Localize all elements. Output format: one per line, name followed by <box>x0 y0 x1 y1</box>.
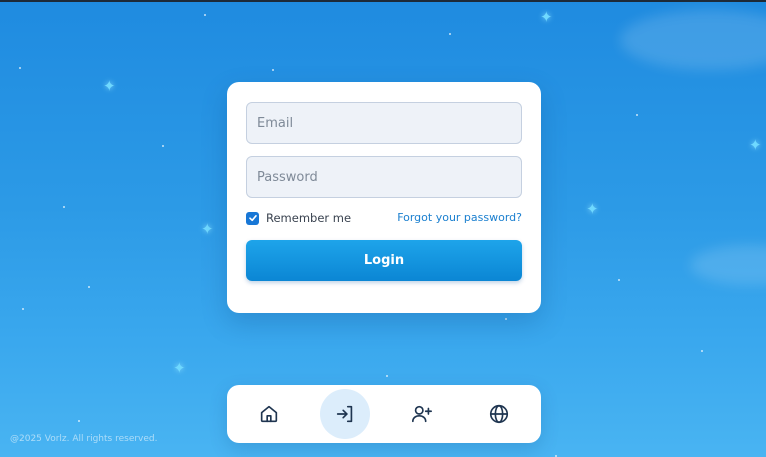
star-dot <box>19 67 21 69</box>
cloud-decoration <box>690 245 766 285</box>
bottom-nav <box>227 385 541 443</box>
remember-me-checkbox[interactable] <box>246 211 259 225</box>
window-top-edge <box>0 0 766 2</box>
copyright-text: @2025 Vorlz. All rights reserved. <box>10 434 158 444</box>
star-dot <box>22 308 24 310</box>
sparkle-icon: ✦ <box>201 220 214 238</box>
star-dot <box>272 69 274 71</box>
star-dot <box>204 14 206 16</box>
nav-register[interactable] <box>397 389 447 439</box>
login-icon <box>336 405 353 423</box>
star-dot <box>78 420 80 422</box>
globe-icon <box>489 404 509 424</box>
home-icon <box>260 405 278 423</box>
cloud-decoration <box>620 10 766 70</box>
nav-language[interactable] <box>474 389 524 439</box>
star-dot <box>636 114 638 116</box>
check-icon <box>248 215 257 222</box>
sparkle-icon: ✦ <box>103 77 116 95</box>
star-dot <box>701 350 703 352</box>
star-dot <box>63 206 65 208</box>
sparkle-icon: ✦ <box>749 136 762 154</box>
background-scene: ✦ ✦ ✦ ✦ ✦ ✦ Remember me Forgot your pass… <box>0 0 766 457</box>
sparkle-icon: ✦ <box>540 8 553 26</box>
star-dot <box>618 279 620 281</box>
star-dot <box>386 375 388 377</box>
login-card: Remember me Forgot your password? Login <box>227 82 541 313</box>
star-dot <box>88 286 90 288</box>
star-dot <box>449 33 451 35</box>
star-dot <box>162 145 164 147</box>
login-button[interactable]: Login <box>246 240 522 281</box>
nav-login[interactable] <box>320 389 370 439</box>
sparkle-icon: ✦ <box>586 200 599 218</box>
star-dot <box>505 318 507 320</box>
forgot-password-link[interactable]: Forgot your password? <box>397 211 522 224</box>
nav-home[interactable] <box>244 389 294 439</box>
remember-me-row[interactable]: Remember me <box>246 211 351 225</box>
password-field[interactable] <box>246 156 522 198</box>
remember-me-label: Remember me <box>266 211 352 225</box>
user-plus-icon <box>412 405 432 423</box>
email-field[interactable] <box>246 102 522 144</box>
sparkle-icon: ✦ <box>173 359 186 377</box>
